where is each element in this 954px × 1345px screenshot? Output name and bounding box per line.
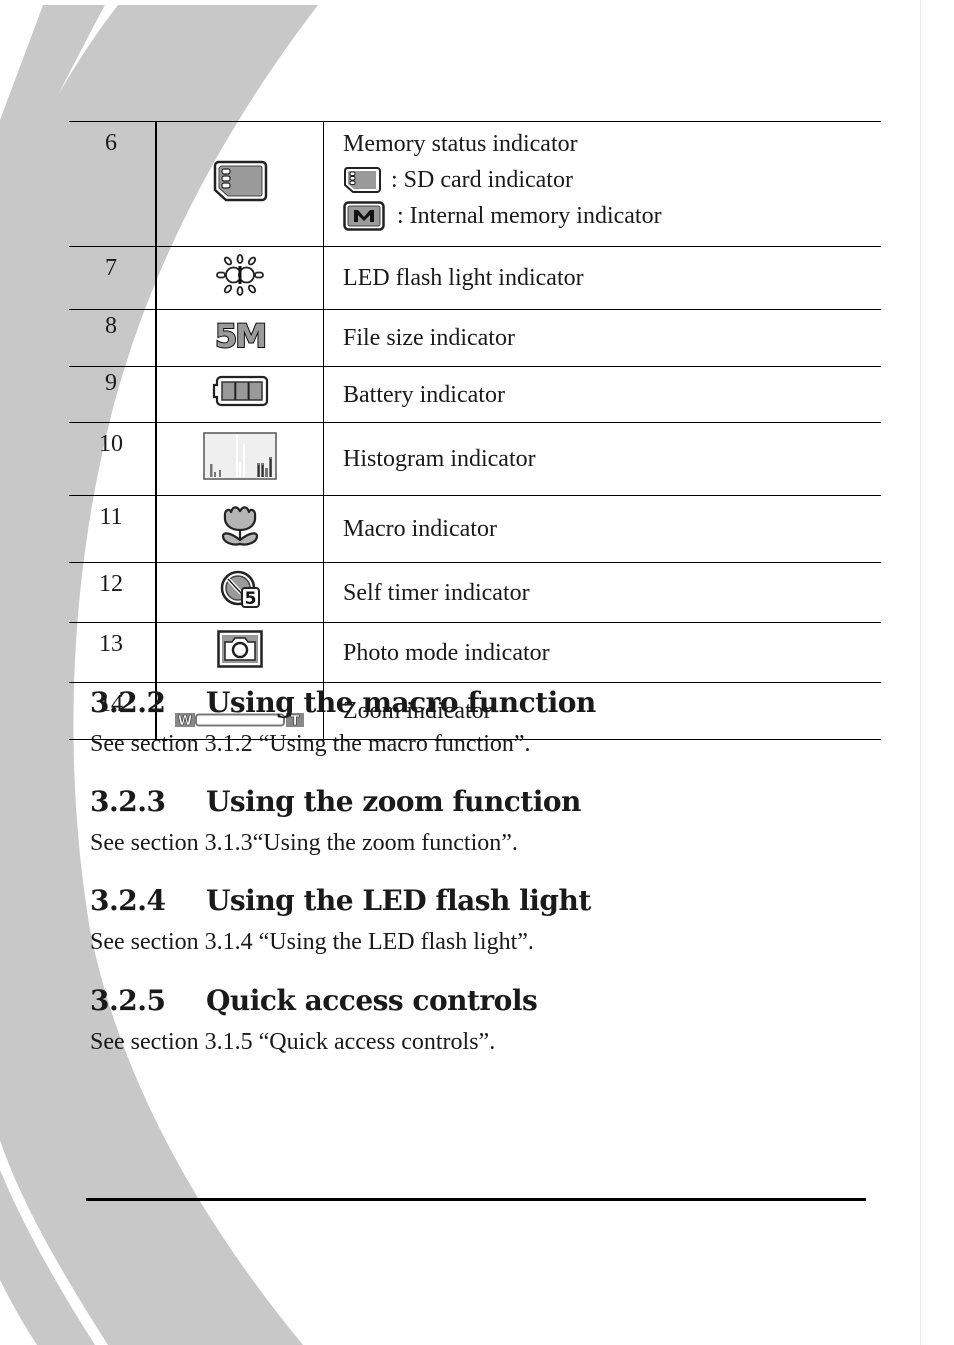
table-row: 6 Memory status indicator : SD card indi… — [69, 121, 881, 247]
section-heading: 3.2.5 Quick access controls — [90, 984, 538, 1017]
row-number: 12 — [69, 562, 156, 623]
row-description: Self timer indicator — [323, 562, 881, 623]
section-heading: 3.2.2 Using the macro function — [90, 686, 596, 719]
sd-card-legend: : SD card indicator — [343, 162, 881, 198]
battery-icon — [212, 375, 269, 407]
table-row: 13 Photo mode indicator — [69, 622, 881, 683]
self-timer-icon: 5 — [220, 570, 260, 609]
table-row: 9 Battery indicator — [69, 366, 881, 423]
photo-mode-camera-icon — [217, 630, 263, 668]
led-flash-icon — [216, 253, 264, 296]
sd-card-icon — [213, 160, 268, 201]
internal-memory-icon — [343, 201, 385, 231]
row-description: Histogram indicator — [323, 422, 881, 496]
footer-rule — [86, 1198, 866, 1201]
sd-card-icon — [344, 167, 381, 193]
internal-memory-legend: : Internal memory indicator — [343, 198, 881, 234]
table-row: 7 LED flash light indicator — [69, 246, 881, 310]
svg-text:5M: 5M — [215, 319, 265, 351]
row-description: LED flash light indicator — [323, 246, 881, 310]
row-description: Photo mode indicator — [323, 622, 881, 683]
row-number: 13 — [69, 622, 156, 683]
row-number: 9 — [69, 366, 156, 423]
section-heading: 3.2.3 Using the zoom function — [90, 785, 581, 818]
table-row: 11 Macro indicator — [69, 495, 881, 563]
row-description: Memory status indicator — [343, 131, 578, 157]
macro-flower-icon — [221, 505, 259, 546]
file-size-5m-icon: 5M — [214, 316, 268, 356]
section-body: See section 3.1.2 “Using the macro funct… — [90, 731, 531, 757]
row-description: Macro indicator — [323, 495, 881, 563]
table-row: 12 5 Self timer indicator — [69, 562, 881, 623]
table-row: 10 Histogram indicator — [69, 422, 881, 496]
section-3-2-4: 3.2.4 Using the LED flash light See secti… — [90, 884, 591, 956]
section-heading: 3.2.4 Using the LED flash light — [90, 884, 591, 917]
svg-text:5: 5 — [245, 589, 257, 609]
table-row: 8 5M File size indicator — [69, 309, 881, 367]
row-description: File size indicator — [323, 309, 881, 367]
page-edge-rule — [920, 0, 921, 1345]
section-body: See section 3.1.4 “Using the LED flash l… — [90, 929, 534, 955]
indicator-table: 6 Memory status indicator : SD card indi… — [69, 121, 881, 740]
section-3-2-2: 3.2.2 Using the macro function See sectio… — [90, 686, 596, 758]
section-body: See section 3.1.3“Using the zoom functio… — [90, 830, 518, 856]
row-number: 7 — [69, 246, 156, 310]
section-3-2-5: 3.2.5 Quick access controls See section 3… — [90, 984, 538, 1056]
row-description: Battery indicator — [323, 366, 881, 423]
histogram-icon — [203, 431, 277, 480]
row-number: 8 — [69, 309, 156, 367]
row-number: 6 — [69, 121, 156, 247]
row-number: 11 — [69, 495, 156, 563]
section-body: See section 3.1.5 “Quick access controls… — [90, 1029, 496, 1055]
section-3-2-3: 3.2.3 Using the zoom function See section… — [90, 785, 581, 857]
row-number: 10 — [69, 422, 156, 496]
